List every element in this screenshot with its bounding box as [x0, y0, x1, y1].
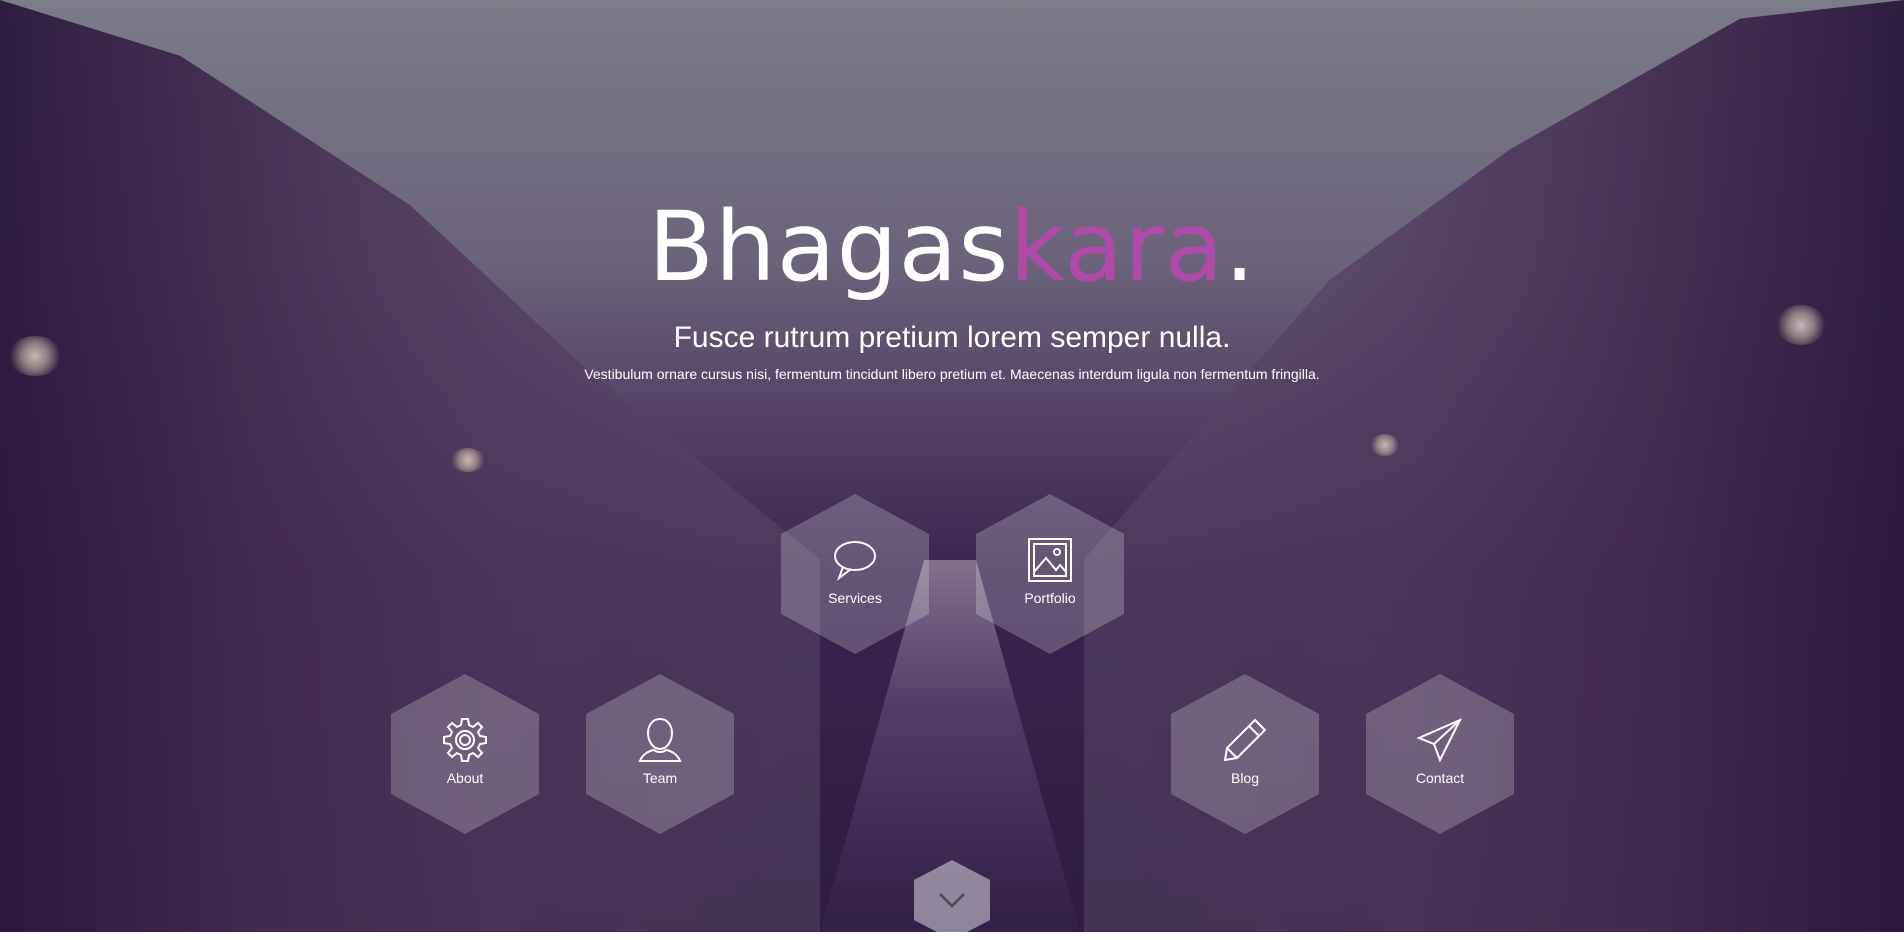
- hero-subtitle: Fusce rutrum pretium lorem semper nulla.: [673, 321, 1231, 354]
- contact-label: Contact: [1415, 770, 1465, 786]
- logo-accent: kara: [1009, 191, 1225, 303]
- site-logo: Bhagaskara.: [0, 192, 1904, 302]
- portfolio-label: Portfolio: [1024, 590, 1076, 606]
- image-icon: [1028, 538, 1072, 582]
- hero-tagline: Vestibulum ornare cursus nisi, fermentum…: [584, 366, 1320, 382]
- services-label: Services: [828, 590, 882, 606]
- person-icon: [638, 717, 682, 762]
- tint-overlay: [0, 0, 1904, 932]
- logo-dot: .: [1224, 191, 1256, 303]
- blog-label: Blog: [1230, 770, 1260, 786]
- pencil-icon: [1223, 718, 1267, 762]
- paper-plane-icon: [1416, 717, 1463, 763]
- about-label: About: [446, 770, 484, 786]
- speech-bubble-icon: [834, 541, 876, 581]
- team-label: Team: [642, 770, 678, 786]
- chevron-down-icon: [939, 893, 965, 908]
- logo-main: Bhagas: [648, 191, 1010, 303]
- background-photo: [0, 0, 1904, 932]
- gear-icon: [443, 718, 487, 762]
